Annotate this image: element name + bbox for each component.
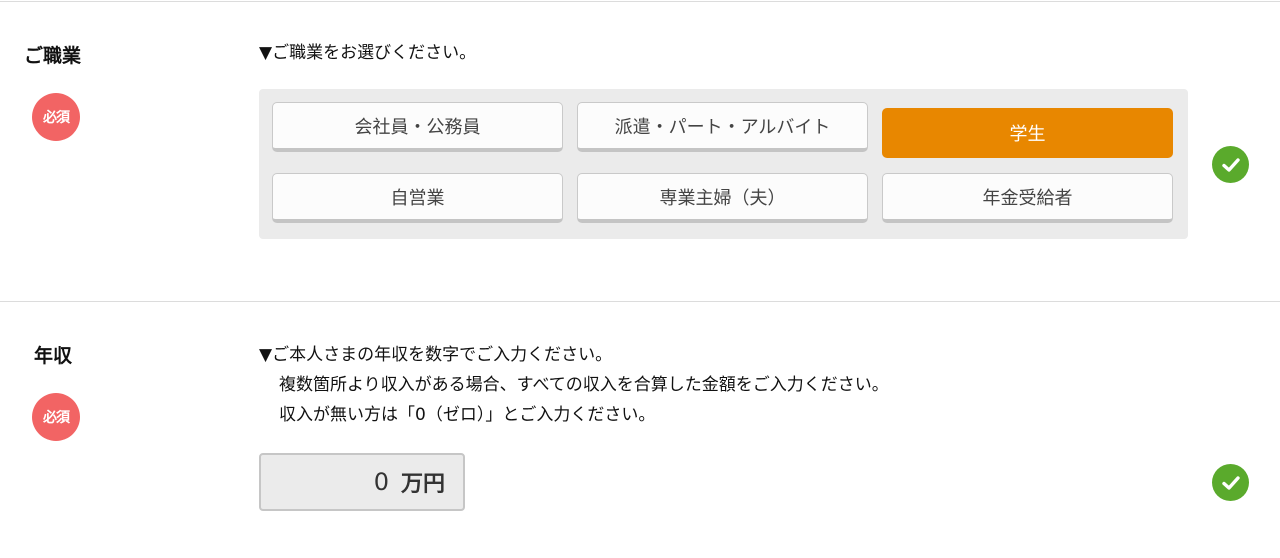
option-part-time[interactable]: 派遣・パート・アルバイト	[577, 102, 868, 152]
income-instruction-line: 収入が無い方は「0（ゼロ）」とご入力ください。	[279, 405, 656, 425]
divider-top	[0, 1, 1280, 2]
form-page: ご職業 必須 ▼ご職業をお選びください。 会社員・公務員 派遣・パート・アルバイ…	[0, 0, 1280, 558]
occupation-instruction: ▼ご職業をお選びください。	[259, 43, 477, 63]
check-circle-icon	[1212, 464, 1249, 501]
option-self-employed[interactable]: 自営業	[272, 173, 563, 223]
option-company-employee[interactable]: 会社員・公務員	[272, 102, 563, 152]
check-circle-icon	[1212, 146, 1249, 183]
income-label: 年収	[34, 345, 73, 367]
required-badge: 必須	[32, 393, 80, 441]
income-instruction: ▼ご本人さまの年収を数字でご入力ください。 複数箇所より収入がある場合、すべての…	[259, 340, 889, 430]
divider-middle	[0, 301, 1280, 302]
occupation-label: ご職業	[24, 45, 82, 67]
income-input[interactable]: 0 万円	[259, 453, 465, 511]
income-value[interactable]: 0	[374, 468, 389, 496]
option-homemaker[interactable]: 専業主婦（夫）	[577, 173, 868, 223]
option-pensioner[interactable]: 年金受給者	[882, 173, 1173, 223]
income-instruction-line: ▼ご本人さまの年収を数字でご入力ください。	[259, 345, 613, 365]
option-student[interactable]: 学生	[882, 108, 1173, 158]
income-instruction-line: 複数箇所より収入がある場合、すべての収入を合算した金額をご入力ください。	[279, 375, 889, 395]
occupation-options-panel: 会社員・公務員 派遣・パート・アルバイト 学生 自営業 専業主婦（夫） 年金受給…	[259, 89, 1188, 239]
required-badge: 必須	[32, 93, 80, 141]
income-unit: 万円	[400, 472, 445, 497]
